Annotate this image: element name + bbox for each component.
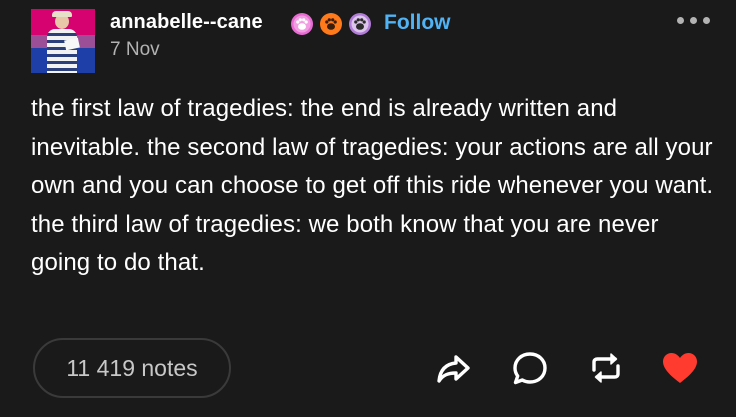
paw-badge-icon[interactable] (320, 13, 342, 35)
reply-icon[interactable] (510, 348, 550, 388)
post-card: annabelle--cane Follow 7 Nov the first l… (0, 0, 736, 417)
more-dot (703, 17, 710, 24)
more-dot (677, 17, 684, 24)
post-body-text: the first law of tragedies: the end is a… (31, 95, 714, 276)
more-dot (690, 17, 697, 24)
paw-badge-icon[interactable] (349, 13, 371, 35)
avatar[interactable] (31, 9, 95, 73)
notes-count: 11 419 notes (66, 354, 198, 381)
follow-button[interactable]: Follow (384, 11, 451, 35)
avatar-person-hat (52, 11, 72, 17)
avatar-person-body (47, 29, 77, 73)
more-options-icon[interactable] (675, 13, 713, 27)
notes-button[interactable]: 11 419 notes (33, 338, 231, 398)
share-icon[interactable] (433, 348, 473, 388)
reblog-icon[interactable] (586, 348, 626, 388)
like-icon[interactable] (660, 348, 700, 388)
username-link[interactable]: annabelle--cane (110, 11, 263, 34)
post-date: 7 Nov (110, 39, 160, 60)
paw-badge-icon[interactable] (291, 13, 313, 35)
